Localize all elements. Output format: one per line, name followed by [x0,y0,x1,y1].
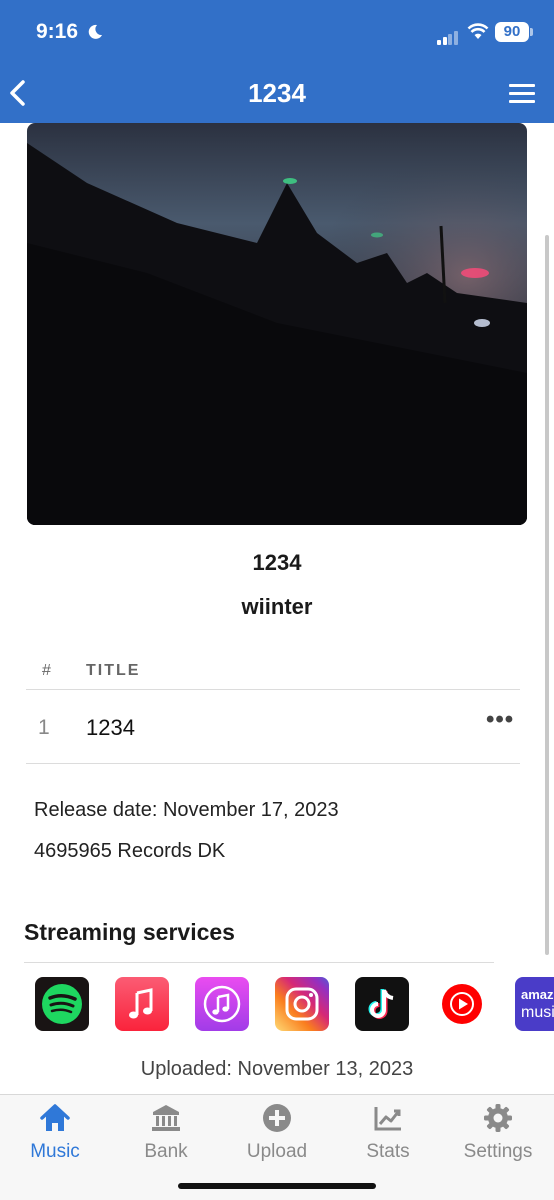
tab-music[interactable]: Music [5,1103,105,1167]
record-label: 4695965 Records DK [34,840,226,862]
battery-cap [530,28,533,36]
tab-stats[interactable]: Stats [338,1103,438,1167]
wifi-icon [467,23,489,39]
scrollbar[interactable] [545,235,549,955]
hamburger-menu-button[interactable] [509,84,535,104]
album-title: 1234 [252,550,302,575]
track-row[interactable]: 1 1234 ••• [26,691,520,764]
tab-bank-label: Bank [144,1141,188,1162]
tab-upload[interactable]: Upload [227,1103,327,1167]
instagram-icon[interactable] [275,977,329,1031]
tab-settings[interactable]: Settings [448,1103,548,1167]
moon-icon [88,24,102,39]
battery-indicator: 90 [495,22,529,42]
streaming-services-list: amazo musi [35,977,554,1031]
spotify-icon[interactable] [35,977,89,1031]
column-number-header: # [42,662,51,679]
plus-circle-icon [263,1104,291,1132]
home-icon [40,1104,70,1131]
itunes-icon[interactable] [195,977,249,1031]
uploaded-date: Uploaded: November 13, 2023 [140,1058,414,1080]
tab-upload-label: Upload [246,1141,308,1162]
tiktok-icon[interactable] [355,977,409,1031]
app-header: 9:16 90 1234 [0,0,554,123]
amazon-text-line1: amazo [521,987,554,1002]
divider [24,962,494,963]
tab-bank[interactable]: Bank [116,1103,216,1167]
youtube-music-icon[interactable] [435,977,489,1031]
release-date: Release date: November 17, 2023 [34,799,339,821]
more-options-icon[interactable]: ••• [486,708,513,732]
chart-icon [374,1107,401,1131]
gear-icon [484,1104,512,1132]
amazon-music-icon[interactable]: amazo musi [515,977,554,1031]
track-title: 1234 [86,715,135,740]
album-cover-image [27,123,527,525]
column-title-header: TITLE [86,662,141,679]
tab-settings-label: Settings [463,1141,533,1162]
home-indicator [178,1183,376,1189]
cellular-signal-icon [437,27,459,45]
track-number: 1 [38,716,50,739]
artist-name: wiinter [241,594,313,619]
apple-music-icon[interactable] [115,977,169,1031]
tracklist-header: # TITLE [26,662,520,690]
tab-music-label: Music [30,1141,80,1162]
streaming-services-heading: Streaming services [24,919,235,945]
page-title: 1234 [248,78,306,108]
tab-stats-label: Stats [366,1141,410,1162]
bank-icon [152,1105,180,1131]
status-time: 9:16 [36,20,79,43]
amazon-text-line2: musi [521,1004,554,1021]
